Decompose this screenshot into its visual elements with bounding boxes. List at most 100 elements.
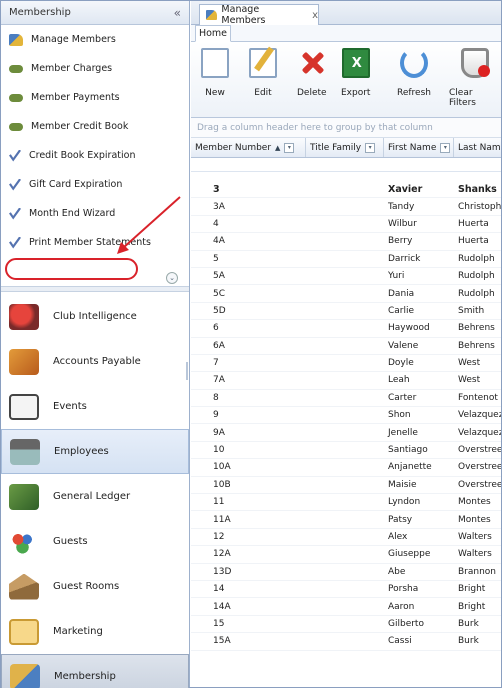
table-row[interactable]: 7A Leah West xyxy=(191,372,501,390)
ledger-money-icon xyxy=(9,483,39,510)
sidebar-item-credit-book-expiration[interactable]: Credit Book Expiration xyxy=(1,141,189,170)
module-guests[interactable]: Guests xyxy=(1,519,189,564)
table-row[interactable]: 5C Dania Rudolph xyxy=(191,285,501,303)
table-row[interactable]: 12A Giuseppe Walters xyxy=(191,546,501,564)
module-general-ledger[interactable]: General Ledger xyxy=(1,474,189,519)
main-content: Manage Members x Home New Edit Delete Ex… xyxy=(191,1,501,687)
table-row[interactable]: 5A Yuri Rudolph xyxy=(191,268,501,286)
table-cell: 10A xyxy=(213,462,231,473)
table-row[interactable]: 4 Wilbur Huerta xyxy=(191,216,501,234)
table-row[interactable]: 7 Doyle West xyxy=(191,355,501,373)
table-cell: Bright xyxy=(458,584,486,595)
sidebar-item-month-end-wizard[interactable]: Month End Wizard xyxy=(1,199,189,228)
button-label: Clear Filters xyxy=(449,88,476,108)
table-row[interactable]: 9 Shon Velazquez xyxy=(191,407,501,425)
table-row[interactable]: 11A Patsy Montes xyxy=(191,511,501,529)
table-cell: Fontenot xyxy=(458,392,498,403)
sidebar-item-manage-members[interactable]: Manage Members xyxy=(1,25,189,54)
group-by-hint[interactable]: Drag a column header here to group by th… xyxy=(191,118,501,138)
ribbon-tab-strip: Home xyxy=(191,25,501,42)
table-cell: Aaron xyxy=(388,601,415,612)
table-row[interactable]: 15A Cassi Burk xyxy=(191,633,501,651)
clear-filters-button[interactable]: Clear Filters xyxy=(449,48,501,108)
new-button[interactable]: New xyxy=(201,48,229,98)
module-label: Membership xyxy=(54,671,116,682)
table-cell: Valene xyxy=(388,340,419,351)
table-cell: Tandy xyxy=(388,201,415,212)
table-row[interactable]: 4A Berry Huerta xyxy=(191,233,501,251)
column-header-first-name[interactable]: First Name ▾ xyxy=(384,138,454,157)
table-row[interactable]: 5 Darrick Rudolph xyxy=(191,251,501,268)
module-club-intelligence[interactable]: Club Intelligence xyxy=(1,294,189,339)
tab-manage-members[interactable]: Manage Members x xyxy=(199,4,319,26)
table-row[interactable]: 10B Maisie Overstreet xyxy=(191,477,501,495)
filter-dropdown-icon[interactable]: ▾ xyxy=(440,142,451,153)
table-row[interactable]: 8 Carter Fontenot xyxy=(191,390,501,408)
table-cell: 3A xyxy=(213,201,225,212)
module-label: Accounts Payable xyxy=(53,356,141,367)
refresh-button[interactable]: Refresh xyxy=(397,48,431,98)
ribbon-tab-home[interactable]: Home xyxy=(195,25,231,42)
table-row[interactable]: 14A Aaron Bright xyxy=(191,598,501,616)
table-row[interactable]: 12 Alex Walters xyxy=(191,529,501,547)
table-row[interactable]: 14 Porsha Bright xyxy=(191,581,501,599)
column-label: Last Name xyxy=(458,142,501,153)
ribbon-toolbar: New Edit Delete Export Refresh Clear Fil… xyxy=(191,42,501,118)
expand-more-icon[interactable]: ⌄ xyxy=(166,272,178,284)
column-label: Title Family xyxy=(310,142,362,153)
table-cell: 10B xyxy=(213,479,231,490)
module-guest-rooms[interactable]: Guest Rooms xyxy=(1,564,189,609)
marketing-icon xyxy=(9,618,39,645)
export-button[interactable]: Export xyxy=(341,48,370,98)
sidebar-item-member-payments[interactable]: Member Payments xyxy=(1,83,189,112)
table-cell: 7A xyxy=(213,375,225,386)
table-cell: Velazquez xyxy=(458,427,501,438)
sidebar-item-gift-card-expiration[interactable]: Gift Card Expiration xyxy=(1,170,189,199)
filter-dropdown-icon[interactable]: ▾ xyxy=(365,142,376,153)
table-cell: Maisie xyxy=(388,479,417,490)
close-icon[interactable]: x xyxy=(312,10,318,21)
delete-button[interactable]: Delete xyxy=(297,48,327,98)
module-employees[interactable]: Employees xyxy=(1,429,189,474)
column-header-title-family[interactable]: Title Family ▾ xyxy=(306,138,384,157)
table-row[interactable]: 6 Haywood Behrens xyxy=(191,320,501,338)
sidebar-item-print-member-statements[interactable]: Print Member Statements xyxy=(1,228,189,257)
table-cell: Haywood xyxy=(388,323,430,334)
table-cell: Doyle xyxy=(388,358,414,369)
table-row[interactable]: 3 Xavier Shanks xyxy=(191,181,501,199)
sidebar-item-member-credit-book[interactable]: Member Credit Book xyxy=(1,112,189,141)
module-events[interactable]: Events xyxy=(1,384,189,429)
table-row[interactable]: 3A Tandy Christopher xyxy=(191,198,501,216)
module-membership[interactable]: Membership xyxy=(1,654,189,688)
table-row[interactable]: 9A Jenelle Velazquez xyxy=(191,424,501,442)
table-cell: Patsy xyxy=(388,514,413,525)
club-intelligence-icon xyxy=(9,303,39,330)
module-marketing[interactable]: Marketing xyxy=(1,609,189,654)
table-cell: Dania xyxy=(388,288,415,299)
table-cell: Carlie xyxy=(388,305,415,316)
sidebar-item-member-charges[interactable]: Member Charges xyxy=(1,54,189,83)
resize-grip[interactable] xyxy=(186,362,188,380)
table-cell: 6A xyxy=(213,340,225,351)
filter-dropdown-icon[interactable]: ▾ xyxy=(284,142,295,153)
table-cell: Leah xyxy=(388,375,410,386)
table-cell: 11A xyxy=(213,514,231,525)
table-row[interactable]: 5D Carlie Smith xyxy=(191,303,501,321)
column-header-last-name[interactable]: Last Name xyxy=(454,138,501,157)
table-row[interactable]: 10A Anjanette Overstreet xyxy=(191,459,501,477)
auto-filter-row[interactable] xyxy=(191,158,501,172)
double-chevron-left-icon[interactable]: « xyxy=(174,6,181,20)
table-row[interactable]: 6A Valene Behrens xyxy=(191,338,501,355)
column-header-member-number[interactable]: Member Number ▲ ▾ xyxy=(191,138,306,157)
edit-button[interactable]: Edit xyxy=(249,48,277,98)
table-row[interactable]: 10 Santiago Overstreet xyxy=(191,442,501,460)
module-accounts-payable[interactable]: Accounts Payable xyxy=(1,339,189,384)
table-row[interactable]: 13D Abe Brannon xyxy=(191,564,501,581)
table-row[interactable]: 15 Gilberto Burk xyxy=(191,616,501,634)
clear-filter-icon xyxy=(461,48,490,78)
table-row[interactable]: 11 Lyndon Montes xyxy=(191,494,501,512)
table-cell: 15 xyxy=(213,618,225,629)
table-cell: Overstreet xyxy=(458,462,501,473)
sidebar-splitter[interactable] xyxy=(1,286,189,292)
wizard-icon xyxy=(9,236,21,249)
